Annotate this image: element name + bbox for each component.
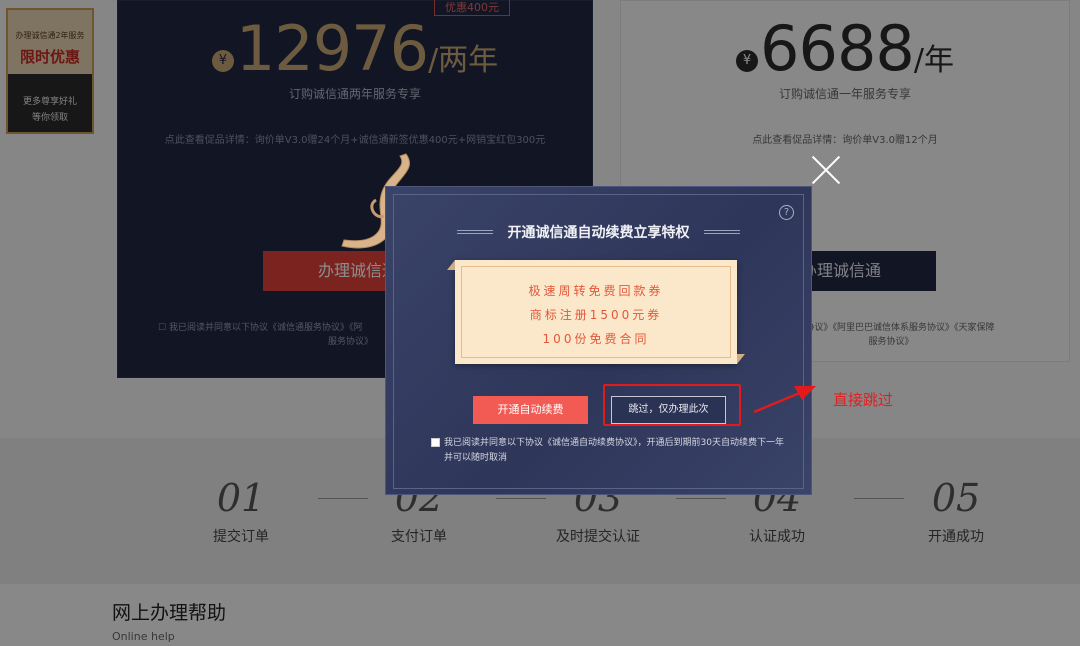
title-decoration-right <box>704 230 740 234</box>
help-icon[interactable]: ? <box>779 205 794 220</box>
skip-once-button[interactable]: 跳过，仅办理此次 <box>611 396 726 424</box>
annotation-arrow-icon <box>753 386 816 414</box>
auto-renew-modal: ? 开通诚信通自动续费立享特权 极速周转免费回款券 商标注册1500元券 100… <box>385 186 812 495</box>
title-decoration-left <box>457 230 493 234</box>
auto-renew-agreement-text: 我已阅读并同意以下协议《诚信通自动续费协议》，开通后到期前30天自动续费下一年并… <box>444 438 784 463</box>
benefit-item: 商标注册1500元券 <box>529 308 663 322</box>
benefit-item: 极速周转免费回款券 <box>528 284 664 298</box>
annotation-label: 直接跳过 <box>833 391 894 409</box>
modal-title-row: 开通诚信通自动续费立享特权 <box>386 222 811 242</box>
agreement-checkbox[interactable] <box>431 438 440 447</box>
close-icon[interactable] <box>810 154 842 186</box>
benefit-coupon-card: 极速周转免费回款券 商标注册1500元券 100份免费合同 <box>447 260 745 364</box>
enable-auto-renew-button[interactable]: 开通自动续费 <box>473 396 588 424</box>
card-fold-decoration <box>737 354 745 364</box>
card-fold-decoration <box>447 260 455 270</box>
modal-title: 开通诚信通自动续费立享特权 <box>507 225 690 241</box>
benefit-item: 100份免费合同 <box>542 332 650 346</box>
